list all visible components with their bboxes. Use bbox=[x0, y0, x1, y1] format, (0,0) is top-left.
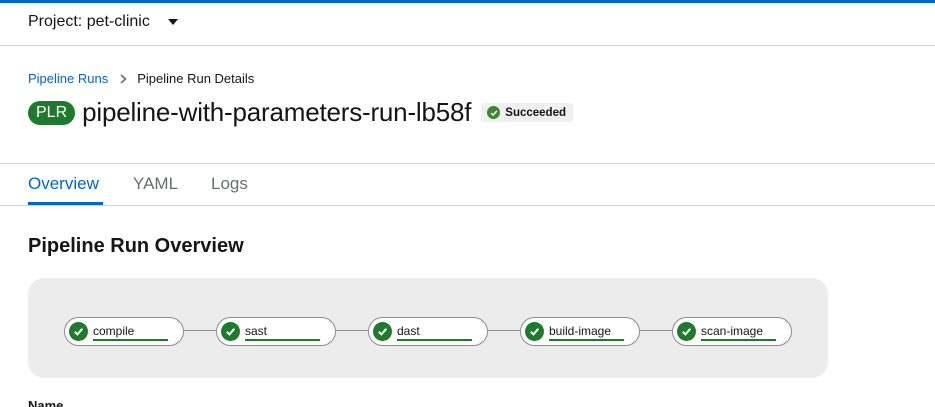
task-label: compile bbox=[93, 324, 135, 338]
task-label: dast bbox=[397, 324, 420, 338]
status-text: Succeeded bbox=[505, 106, 567, 119]
section-title: Pipeline Run Overview bbox=[28, 235, 244, 257]
task-progress-bar bbox=[93, 339, 168, 341]
task-progress-bar bbox=[549, 339, 624, 341]
task-edge bbox=[184, 330, 217, 331]
resource-badge: PLR bbox=[28, 100, 76, 125]
page-title: pipeline-with-parameters-run-lb58f bbox=[82, 97, 472, 127]
task-node-sast[interactable]: sast bbox=[216, 317, 336, 346]
name-field-label: Name bbox=[28, 398, 64, 407]
tab-logs[interactable]: Logs bbox=[211, 174, 248, 194]
task-progress-bar bbox=[701, 339, 776, 341]
active-tab-indicator bbox=[28, 202, 103, 205]
task-progress-bar bbox=[245, 339, 320, 341]
breadcrumb: Pipeline Runs Pipeline Run Details bbox=[28, 71, 254, 86]
breadcrumb-pipeline-runs-link[interactable]: Pipeline Runs bbox=[28, 71, 108, 86]
task-node-build-image[interactable]: build-image bbox=[520, 317, 640, 346]
project-selector[interactable]: Project: pet-clinic bbox=[28, 13, 178, 31]
task-node-scan-image[interactable]: scan-image bbox=[672, 317, 792, 346]
project-bar: Project: pet-clinic bbox=[0, 3, 935, 46]
check-circle-icon bbox=[69, 322, 88, 341]
task-progress-bar bbox=[397, 339, 472, 341]
task-node-compile[interactable]: compile bbox=[64, 317, 184, 346]
check-circle-icon bbox=[221, 322, 240, 341]
check-circle-icon bbox=[525, 322, 544, 341]
task-edge bbox=[488, 330, 521, 331]
pipeline-topology: compile sast dast build-image scan-image bbox=[28, 278, 828, 378]
chevron-right-icon bbox=[120, 73, 127, 84]
status-badge: Succeeded bbox=[481, 103, 574, 122]
task-label: scan-image bbox=[701, 324, 764, 338]
breadcrumb-current: Pipeline Run Details bbox=[137, 71, 255, 86]
tab-yaml[interactable]: YAML bbox=[133, 174, 178, 194]
tab-overview[interactable]: Overview bbox=[28, 174, 99, 194]
task-label: build-image bbox=[549, 324, 612, 338]
project-label: Project: pet-clinic bbox=[28, 13, 150, 30]
task-label: sast bbox=[245, 324, 268, 338]
check-circle-icon bbox=[487, 106, 501, 119]
page-header: PLR pipeline-with-parameters-run-lb58f S… bbox=[28, 97, 574, 128]
check-circle-icon bbox=[677, 322, 696, 341]
task-node-dast[interactable]: dast bbox=[368, 317, 488, 346]
task-edge bbox=[640, 330, 673, 331]
check-circle-icon bbox=[373, 322, 392, 341]
tab-bar: Overview YAML Logs bbox=[0, 164, 935, 206]
task-edge bbox=[336, 330, 369, 331]
caret-down-icon bbox=[167, 19, 178, 25]
